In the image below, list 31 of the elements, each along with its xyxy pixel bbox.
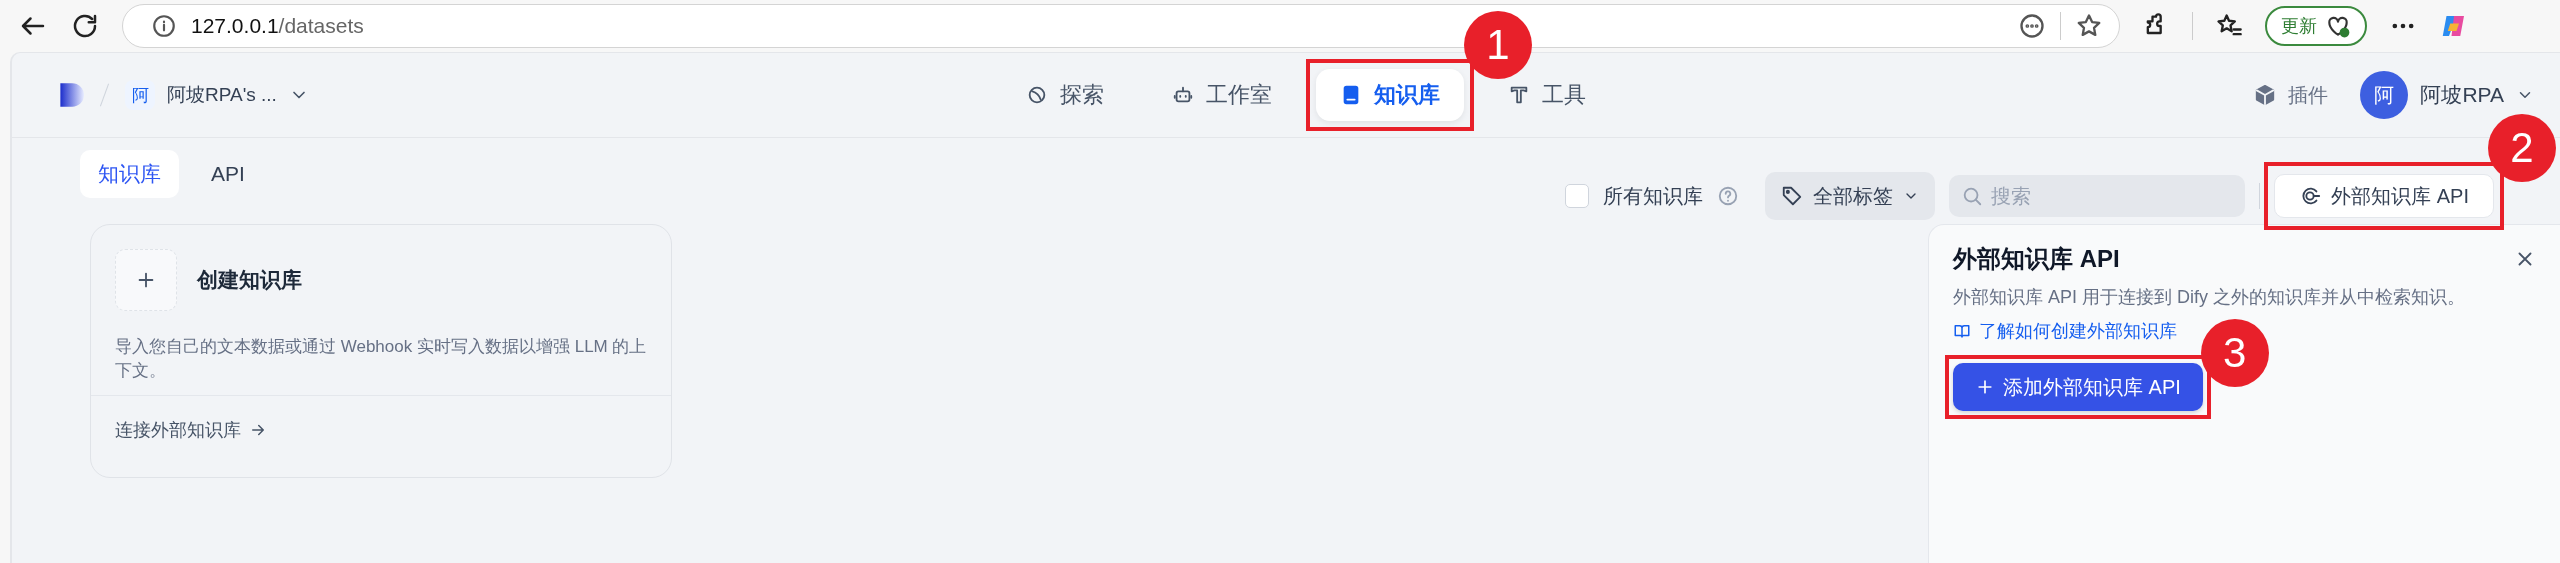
docs-link[interactable]: 了解如何创建外部知识库 <box>1953 319 2177 343</box>
more-icon[interactable] <box>2018 12 2046 40</box>
user-avatar: 阿 <box>2360 71 2409 119</box>
card-description: 导入您自己的文本数据或通过 Webhook 实时写入数据以增强 LLM 的上下文。 <box>115 336 647 382</box>
external-api-button[interactable]: 外部知识库 API <box>2274 174 2494 218</box>
search-icon <box>1961 185 1984 207</box>
plugins-button[interactable]: 插件 <box>2248 80 2335 110</box>
panel-title: 外部知识库 API <box>1953 244 2120 274</box>
book-icon <box>1953 322 1971 340</box>
cube-icon <box>2254 84 2277 106</box>
sub-tab[interactable]: API <box>193 150 263 198</box>
checkbox[interactable] <box>1565 184 1590 208</box>
card-title[interactable]: 创建知识库 <box>197 266 302 294</box>
workspace-avatar: 阿 <box>125 80 155 110</box>
search-field[interactable]: 搜索 <box>1949 175 2246 217</box>
update-button[interactable]: 更新 <box>2265 6 2367 46</box>
user-menu[interactable]: 阿 阿坡RPA <box>2360 71 2534 119</box>
compass-icon <box>1026 84 1048 106</box>
checkbox-label: 所有知识库 <box>1603 183 1704 209</box>
sub-tab[interactable]: 知识库 <box>80 150 179 198</box>
connect-link[interactable]: 连接外部知识库 <box>115 418 267 442</box>
url-text: 127.0.0.1/datasets <box>191 14 364 38</box>
add-api-button[interactable]: 添加外部知识库 API <box>1953 363 2203 411</box>
tag-icon <box>1781 185 1804 207</box>
tags-dropdown[interactable]: 全部标签 <box>1765 172 1936 220</box>
panel-description: 外部知识库 API 用于连接到 Dify 之外的知识库并从中检索知识。 <box>1953 286 2465 309</box>
nav-tab[interactable]: 探索 <box>1002 69 1128 121</box>
info-icon <box>151 13 177 39</box>
nav-tab[interactable]: 工作室 <box>1148 69 1296 121</box>
workspace-selector[interactable]: 阿 阿坡RPA's ... <box>125 80 309 110</box>
nav-tab[interactable]: 知识库 <box>1316 69 1464 121</box>
